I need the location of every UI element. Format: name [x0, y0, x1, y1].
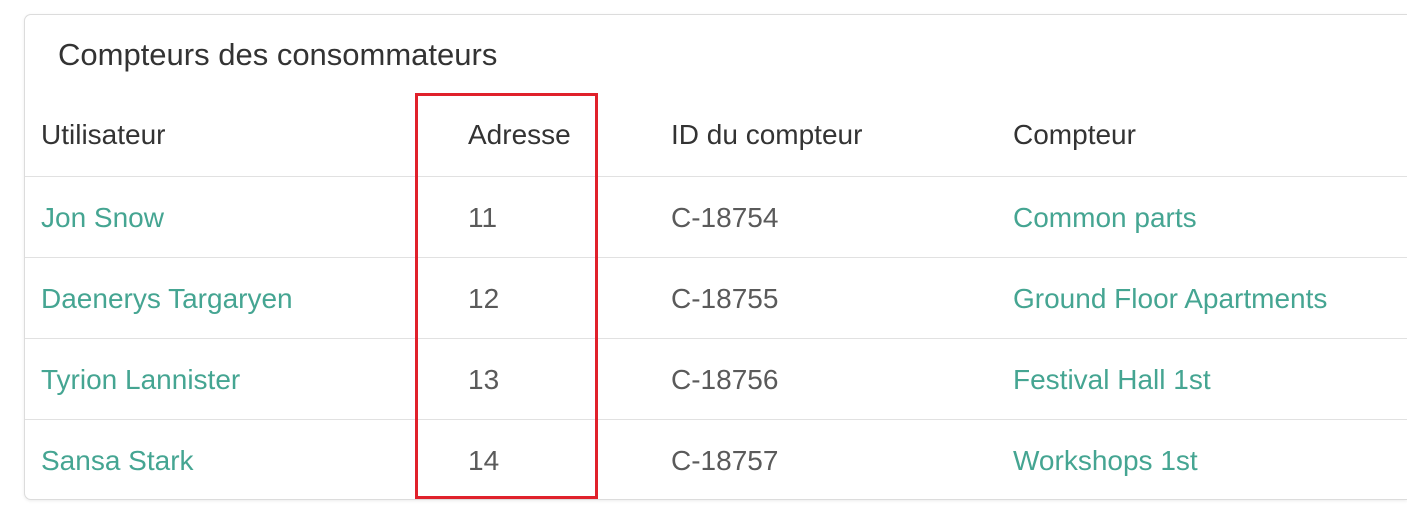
table-row: Daenerys Targaryen 12 C-18755 Ground Flo…: [25, 258, 1407, 339]
user-link[interactable]: Daenerys Targaryen: [41, 258, 293, 339]
user-link[interactable]: Sansa Stark: [41, 420, 194, 501]
meter-link[interactable]: Common parts: [1013, 177, 1197, 258]
column-header-address[interactable]: Adresse: [468, 95, 571, 175]
address-cell: 11: [468, 202, 498, 233]
address-cell: 14: [468, 445, 500, 476]
user-link[interactable]: Tyrion Lannister: [41, 339, 240, 420]
meter-id-cell: C-18756: [671, 364, 779, 395]
meter-link[interactable]: Ground Floor Apartments: [1013, 258, 1327, 339]
user-link[interactable]: Jon Snow: [41, 177, 164, 258]
column-header-user[interactable]: Utilisateur: [41, 95, 165, 175]
meter-id-cell: C-18757: [671, 445, 779, 476]
table-row: Tyrion Lannister 13 C-18756 Festival Hal…: [25, 339, 1407, 420]
meter-id-cell: C-18754: [671, 202, 779, 233]
consumer-meters-card: Compteurs des consommateurs Utilisateur …: [24, 14, 1407, 500]
meter-link[interactable]: Workshops 1st: [1013, 420, 1198, 501]
column-header-meter-id[interactable]: ID du compteur: [671, 95, 862, 175]
column-header-meter[interactable]: Compteur: [1013, 95, 1136, 175]
table-row: Sansa Stark 14 C-18757 Workshops 1st: [25, 420, 1407, 500]
table-header-row: Utilisateur Adresse ID du compteur Compt…: [25, 95, 1407, 177]
address-cell: 12: [468, 283, 500, 314]
meter-link[interactable]: Festival Hall 1st: [1013, 339, 1211, 420]
card-title: Compteurs des consommateurs: [58, 37, 498, 72]
page: Compteurs des consommateurs Utilisateur …: [0, 0, 1407, 520]
table-row: Jon Snow 11 C-18754 Common parts: [25, 177, 1407, 258]
meter-id-cell: C-18755: [671, 283, 779, 314]
address-cell: 13: [468, 364, 500, 395]
